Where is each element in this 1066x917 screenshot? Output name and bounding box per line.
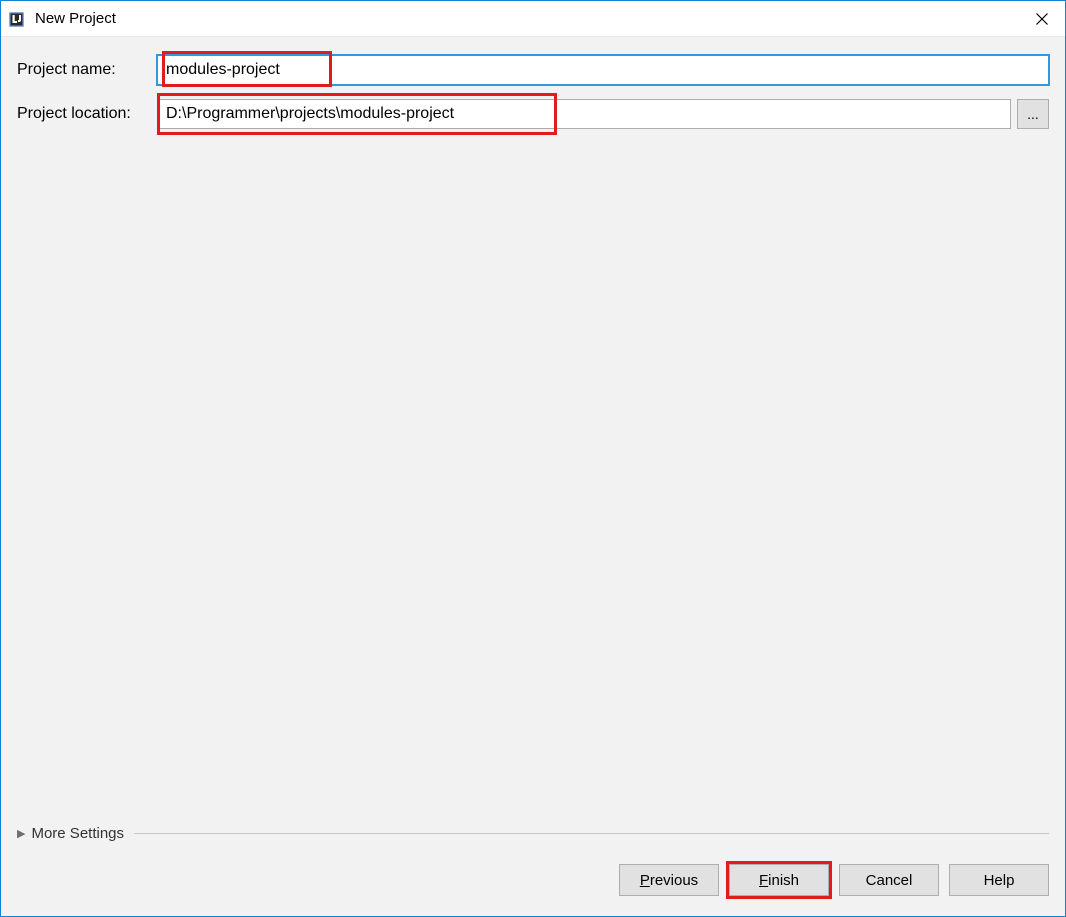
project-location-label: Project location: xyxy=(17,105,157,123)
dialog-content: Project name: Project location: ... xyxy=(1,37,1065,856)
finish-button[interactable]: Finish xyxy=(729,864,829,896)
more-settings-label: More Settings xyxy=(31,825,124,842)
more-settings-toggle[interactable]: ▶ More Settings xyxy=(17,825,124,842)
project-name-input[interactable] xyxy=(157,55,1049,85)
ellipsis-icon: ... xyxy=(1027,106,1039,122)
more-settings-section: ▶ More Settings xyxy=(17,825,1049,856)
help-button[interactable]: Help xyxy=(949,864,1049,896)
titlebar: New Project xyxy=(1,1,1065,37)
app-icon xyxy=(7,8,29,30)
project-location-input[interactable] xyxy=(157,99,1011,129)
separator-line xyxy=(134,833,1049,834)
project-name-label: Project name: xyxy=(17,61,157,79)
close-button[interactable] xyxy=(1019,1,1065,37)
button-bar: Previous Finish Cancel Help xyxy=(1,856,1065,916)
new-project-dialog: New Project Project name: Project locati… xyxy=(0,0,1066,917)
project-location-row: Project location: ... xyxy=(17,99,1049,129)
chevron-right-icon: ▶ xyxy=(17,827,25,840)
window-title: New Project xyxy=(35,10,116,27)
cancel-button[interactable]: Cancel xyxy=(839,864,939,896)
previous-button[interactable]: Previous xyxy=(619,864,719,896)
browse-button[interactable]: ... xyxy=(1017,99,1049,129)
close-icon xyxy=(1036,13,1048,25)
project-name-row: Project name: xyxy=(17,55,1049,85)
